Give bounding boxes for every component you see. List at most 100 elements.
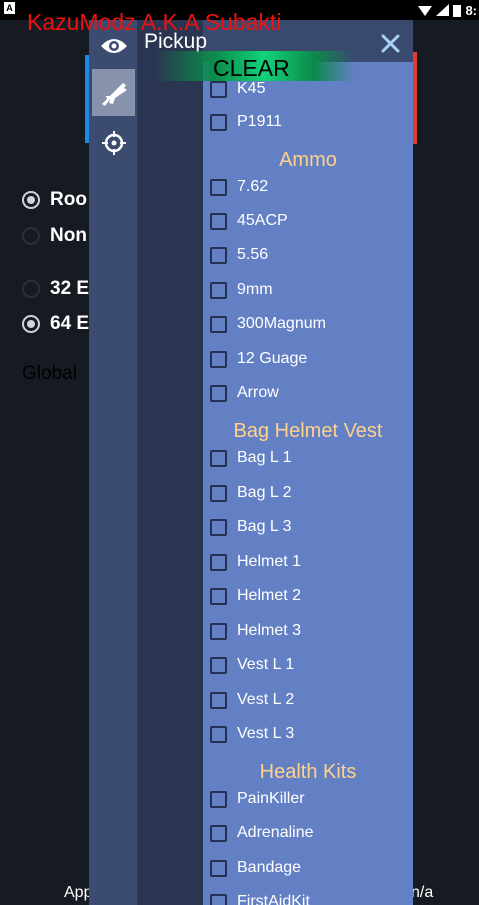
radio-label: Non — [50, 225, 87, 246]
eye-icon — [100, 38, 127, 53]
clock: 8: — [465, 2, 477, 18]
item-label: K45 — [237, 80, 266, 97]
pickup-item-row[interactable]: 300Magnum — [210, 313, 326, 335]
checkbox[interactable] — [210, 553, 227, 571]
item-label: 45ACP — [237, 212, 288, 229]
pickup-item-row[interactable]: Bag L 1 — [210, 447, 292, 469]
64bit-radio[interactable]: 64 E — [22, 313, 89, 335]
32bit-radio[interactable]: 32 E — [22, 278, 89, 300]
aim-tab[interactable] — [92, 119, 135, 166]
pickup-item-row[interactable]: 5.56 — [210, 244, 268, 266]
rifle-icon — [101, 82, 127, 106]
pickup-item-row[interactable]: Bandage — [210, 857, 301, 879]
section-header: Ammo — [279, 149, 337, 171]
mod-menu-panel: Pickup K45 P1911 Ammo 7.62 45ACP 5.56 9mm 300Ma… — [89, 20, 413, 905]
item-label: Bag L 3 — [237, 518, 292, 535]
pickup-item-row[interactable]: Vest L 3 — [210, 723, 294, 745]
checkbox[interactable] — [210, 178, 227, 196]
radio-label: Roo — [50, 189, 87, 210]
pickup-item-row[interactable]: Vest L 1 — [210, 654, 294, 676]
pickup-item-row[interactable]: Bag L 2 — [210, 482, 292, 504]
wifi-icon — [418, 6, 433, 16]
menu-side-rail — [89, 20, 137, 905]
radio-indicator — [22, 191, 40, 209]
checkbox[interactable] — [210, 622, 227, 640]
checkbox[interactable] — [210, 449, 227, 467]
pickup-item-row[interactable]: Bag L 3 — [210, 516, 292, 538]
checkbox[interactable] — [210, 212, 227, 230]
pickup-item-row[interactable]: 9mm — [210, 279, 273, 301]
checkbox[interactable] — [210, 691, 227, 709]
radio-indicator — [22, 227, 40, 245]
item-label: Helmet 1 — [237, 553, 302, 570]
menu-content-background — [137, 20, 203, 905]
checkbox[interactable] — [210, 484, 227, 502]
checkbox[interactable] — [210, 824, 227, 842]
pickup-item-row[interactable]: Adrenaline — [210, 822, 314, 844]
checkbox[interactable] — [210, 859, 227, 877]
item-label: 12 Guage — [237, 350, 308, 367]
item-label: Helmet 3 — [237, 622, 302, 639]
item-label: 7.62 — [237, 178, 269, 195]
pickup-item-row[interactable]: Arrow — [210, 382, 279, 404]
pickup-item-row[interactable]: P1911 — [210, 111, 282, 133]
card-right-accent — [413, 52, 417, 144]
checkbox[interactable] — [210, 281, 227, 299]
item-label: Vest L 3 — [237, 725, 295, 742]
section-header: Bag Helmet Vest — [233, 420, 383, 442]
checkbox[interactable] — [210, 725, 227, 743]
checkbox[interactable] — [210, 350, 227, 368]
radio-label: 64 E — [50, 313, 90, 334]
pickup-item-list[interactable]: K45 P1911 Ammo 7.62 45ACP 5.56 9mm 300Magnum 12 … — [203, 62, 413, 905]
checkbox[interactable] — [210, 384, 227, 402]
pickup-item-row[interactable]: Helmet 3 — [210, 620, 301, 642]
nonroot-radio[interactable]: Non — [22, 225, 87, 247]
checkbox[interactable] — [210, 113, 227, 131]
item-label: Bag L 2 — [237, 484, 292, 501]
checkbox[interactable] — [210, 656, 227, 674]
item-label: Bag L 1 — [237, 449, 292, 466]
item-label: FirstAidKit — [237, 893, 310, 905]
checkbox[interactable] — [210, 80, 227, 98]
item-label: PainKiller — [237, 790, 305, 807]
pickup-item-row[interactable]: Helmet 1 — [210, 551, 301, 573]
close-icon[interactable] — [381, 34, 400, 53]
pickup-item-row[interactable]: Helmet 2 — [210, 585, 301, 607]
pickup-item-row[interactable]: PainKiller — [210, 788, 305, 810]
pickup-item-row[interactable]: Vest L 2 — [210, 689, 294, 711]
pickup-item-row[interactable]: 7.62 — [210, 176, 268, 198]
watermark-text: KazuModz A.K.A Subakti — [27, 9, 282, 35]
item-label: 300Magnum — [237, 315, 326, 332]
checkbox[interactable] — [210, 587, 227, 605]
item-label: Arrow — [237, 384, 279, 401]
items-tab[interactable] — [92, 69, 135, 116]
item-label: 5.56 — [237, 246, 269, 263]
checkbox[interactable] — [210, 893, 227, 905]
checkbox[interactable] — [210, 518, 227, 536]
battery-icon — [453, 4, 462, 17]
item-label: Helmet 2 — [237, 587, 302, 604]
checkbox[interactable] — [210, 246, 227, 264]
item-label: Vest L 2 — [237, 691, 295, 708]
radio-indicator — [22, 280, 40, 298]
pickup-item-row[interactable]: 12 Guage — [210, 348, 307, 370]
item-label: Vest L 1 — [237, 656, 295, 673]
crosshair-icon — [101, 130, 126, 155]
checkbox[interactable] — [210, 790, 227, 808]
pickup-item-row[interactable]: 45ACP — [210, 210, 288, 232]
clear-button[interactable]: CLEAR — [213, 55, 290, 82]
footer-right-text: n/a — [411, 884, 434, 901]
item-label: Bandage — [237, 859, 302, 876]
item-label: 9mm — [237, 281, 273, 298]
root-radio[interactable]: Roo — [22, 189, 87, 211]
radio-indicator — [22, 315, 40, 333]
radio-label: 32 E — [50, 278, 90, 299]
item-label: Adrenaline — [237, 824, 314, 841]
global-label: Global — [22, 363, 77, 384]
app-notification-icon: A — [4, 2, 15, 14]
section-header: Health Kits — [259, 761, 357, 783]
checkbox[interactable] — [210, 315, 227, 333]
signal-icon — [436, 4, 450, 16]
item-label: P1911 — [237, 113, 283, 130]
pickup-item-row[interactable]: FirstAidKit — [210, 891, 310, 905]
